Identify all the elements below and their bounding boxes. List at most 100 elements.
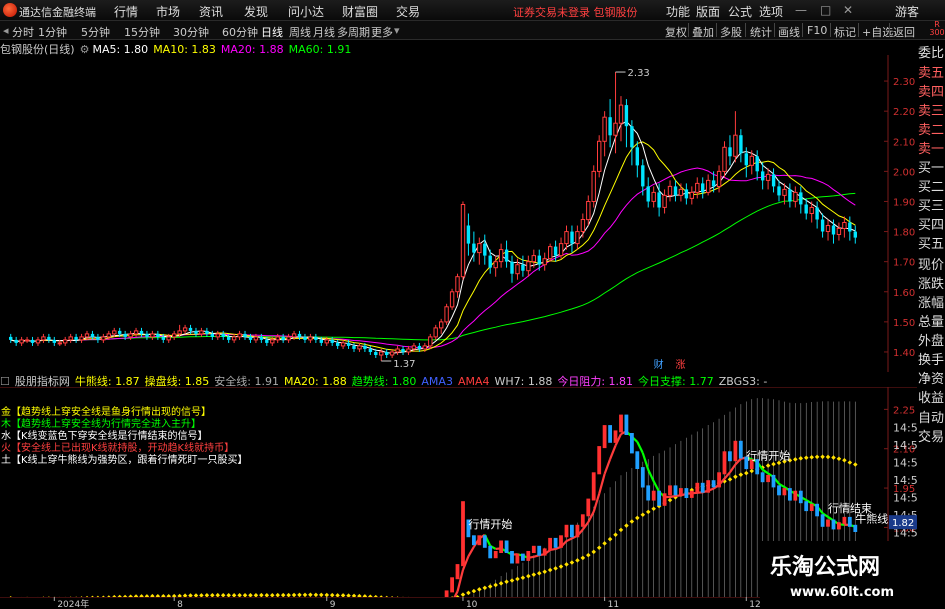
menu-quotes[interactable]: 行情	[114, 3, 138, 20]
indicator-dot	[738, 472, 744, 477]
tool-overlay[interactable]: 叠加	[692, 24, 714, 40]
menu-discover[interactable]: 发现	[244, 3, 268, 20]
side-auto[interactable]: 自动	[918, 411, 944, 426]
candle-body	[444, 306, 449, 323]
maximize-icon[interactable]: □	[820, 3, 831, 17]
ma10-line	[10, 141, 856, 352]
side-price[interactable]: 现价	[918, 258, 944, 273]
side-ask5[interactable]: 卖五	[918, 66, 944, 81]
indicator-bar	[695, 482, 700, 493]
candle-body	[210, 333, 214, 337]
candle-body	[172, 333, 177, 338]
candle-body	[575, 231, 580, 245]
minimize-icon[interactable]: —	[795, 3, 807, 17]
period-weekly[interactable]: 周线	[289, 24, 311, 40]
collapse-icon[interactable]: ◂	[3, 24, 9, 37]
period-15min[interactable]: 15分钟	[124, 24, 160, 40]
side-turnover[interactable]: 换手	[918, 353, 944, 368]
period-multi[interactable]: 多周期	[337, 24, 370, 40]
menu-layout[interactable]: 版面	[696, 3, 720, 20]
menu-market[interactable]: 市场	[156, 3, 180, 20]
period-1min[interactable]: 1分钟	[38, 24, 67, 40]
indicator-bar	[455, 564, 460, 580]
side-ask3[interactable]: 卖三	[918, 104, 944, 119]
period-more[interactable]: 更多	[371, 24, 393, 40]
candle-body	[379, 351, 384, 356]
side-ask2[interactable]: 卖二	[918, 123, 944, 138]
candle-body	[711, 180, 716, 187]
candle-body	[199, 330, 204, 335]
period-tick[interactable]: 分时	[12, 24, 34, 40]
side-bid1[interactable]: 买一	[918, 161, 944, 176]
indicator-bar	[673, 485, 678, 496]
side-ask1[interactable]: 卖一	[918, 142, 944, 157]
close-icon[interactable]: ✕	[843, 3, 853, 17]
indicator-dot	[558, 564, 564, 569]
candle-body	[635, 147, 639, 166]
candle-body	[678, 188, 684, 196]
menu-formula[interactable]: 公式	[728, 3, 752, 20]
price-axis-tick-label: 2.10	[893, 137, 915, 148]
candle-body	[771, 174, 776, 187]
candle-body	[363, 345, 367, 349]
indicator-bar	[521, 553, 525, 561]
menu-news[interactable]: 资讯	[199, 3, 223, 20]
side-netasset[interactable]: 净资	[918, 372, 944, 387]
candle-body	[324, 339, 330, 344]
menu-wealth[interactable]: 财富圈	[342, 3, 378, 20]
watermark-title: 乐淘公式网	[770, 555, 881, 580]
candle-body	[667, 185, 673, 196]
toolbar-divider	[716, 23, 717, 37]
guest-user[interactable]: 游客	[895, 3, 919, 20]
side-ratio[interactable]: 委比	[918, 46, 944, 61]
side-change[interactable]: 涨跌	[918, 277, 944, 292]
more-dropdown-icon[interactable]: ▾	[394, 24, 400, 37]
candle-body	[542, 258, 547, 266]
tool-back[interactable]: 返回	[893, 24, 915, 40]
toolbar-divider	[745, 23, 746, 37]
price-chart[interactable]: 2.30 2.20 2.10 2.00 1.90 1.80 1.70 1.60 1.50 1.40…	[0, 55, 917, 372]
tool-adjust[interactable]: 复权	[665, 24, 687, 40]
menu-options[interactable]: 选项	[759, 3, 783, 20]
candle-body	[286, 336, 291, 341]
tool-draw[interactable]: 画线	[778, 24, 800, 40]
period-5min[interactable]: 5分钟	[81, 24, 110, 40]
tool-mark[interactable]: 标记	[834, 24, 856, 40]
side-income[interactable]: 收益	[918, 391, 944, 406]
candle-body	[618, 104, 624, 124]
side-out[interactable]: 外盘	[918, 334, 944, 349]
side-bid5[interactable]: 买五	[918, 237, 944, 252]
indicator-dot	[493, 582, 498, 588]
indicator-dot	[477, 587, 482, 592]
indicator-bar	[831, 519, 836, 530]
side-bid2[interactable]: 买二	[918, 180, 944, 195]
indicator-bar	[820, 514, 825, 527]
candle-body	[433, 327, 438, 338]
side-pct[interactable]: 涨幅	[918, 296, 944, 311]
tool-stats[interactable]: 统计	[750, 24, 772, 40]
candle-body	[716, 170, 722, 188]
indicator-signal-label: 行情开始	[746, 449, 790, 463]
period-monthly[interactable]: 月线	[313, 24, 335, 40]
side-volume[interactable]: 总量	[918, 315, 944, 330]
side-ask4[interactable]: 卖四	[918, 85, 944, 100]
period-30min[interactable]: 30分钟	[173, 24, 209, 40]
menu-functions[interactable]: 功能	[666, 3, 690, 20]
price-axis-tick-label: 1.70	[893, 258, 915, 269]
indicator-bar	[608, 425, 612, 443]
period-daily[interactable]: 日线	[261, 24, 283, 40]
toolbar-divider	[858, 23, 859, 37]
candle-body	[848, 222, 852, 232]
tool-f10[interactable]: F10	[807, 24, 827, 37]
candle-body	[90, 333, 95, 337]
period-60min[interactable]: 60分钟	[222, 24, 258, 40]
indicator-bar	[760, 472, 765, 483]
indicator-time-label: 14:56	[893, 439, 917, 452]
side-trade[interactable]: 交易	[918, 430, 944, 445]
side-bid3[interactable]: 买三	[918, 199, 944, 214]
menu-trade[interactable]: 交易	[396, 3, 420, 20]
side-bid4[interactable]: 买四	[918, 218, 944, 233]
tool-multistock[interactable]: 多股	[720, 24, 742, 40]
menu-ask[interactable]: 问小达	[288, 3, 324, 20]
candle-body	[825, 225, 831, 232]
